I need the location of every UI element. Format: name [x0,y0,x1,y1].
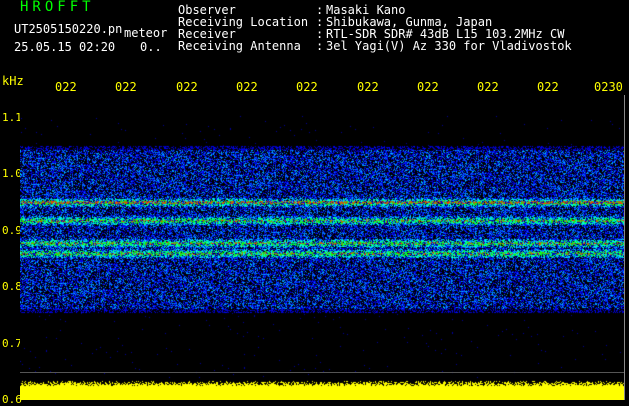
y-tick-label: 1.0 [2,167,22,181]
y-tick-label: 0.9 [2,223,22,237]
plot-right-border [624,95,625,400]
antenna-value: 3el Yagi(V) Az 330 for Vladivostok [326,39,572,53]
x-tick-label: 0230 [594,80,623,94]
antenna-colon: : [316,39,324,53]
spectrogram [20,95,624,400]
x-tick-label: 022 [236,80,258,94]
x-tick-label: 022 [357,80,379,94]
x-tick-label: 022 [115,80,137,94]
record-extra: 0.. [140,40,162,54]
x-tick-label: 022 [296,80,318,94]
y-tick-label: 0.7 [2,336,22,350]
y-tick-label: 0.8 [2,280,22,294]
file-name: UT2505150220.pn [14,22,123,36]
file-type-label: meteor [124,26,168,40]
x-tick-label: 022 [537,80,559,94]
y-tick-label: 1.1 [2,110,22,124]
x-tick-label: 022 [477,80,499,94]
level-separator [20,372,624,373]
x-tick-label: 022 [176,80,198,94]
antenna-label: Receiving Antenna [178,39,301,53]
x-tick-label: 022 [417,80,439,94]
app-title: HROFFT [20,0,95,15]
record-datetime: 25.05.15 02:20 [14,40,116,54]
y-axis-unit: kHz [2,74,24,88]
x-tick-label: 022 [55,80,77,94]
